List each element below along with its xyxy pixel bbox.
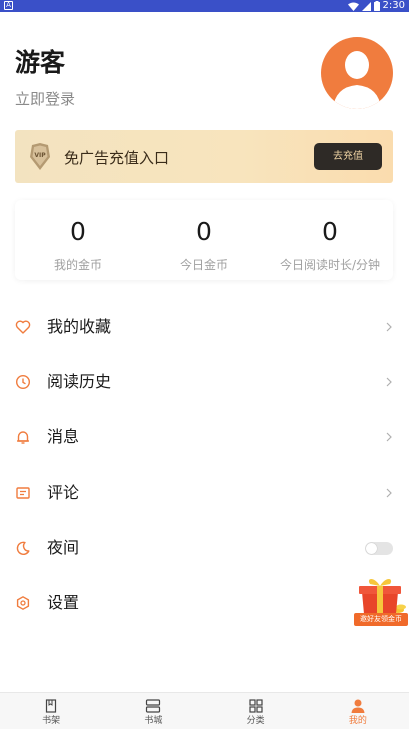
toggle-knob [366,542,377,554]
tab-category[interactable]: 分类 [205,693,307,729]
vip-banner-text: 免广告充值入口 [64,149,170,167]
tab-bookshelf[interactable]: 书架 [0,693,102,729]
profile-header: 游客 立即登录 [0,12,409,122]
moon-icon [16,541,30,555]
menu-item-messages[interactable]: 消息 [0,410,409,465]
recharge-button[interactable]: 去充值 [314,143,382,170]
battery-icon [373,1,380,11]
default-avatar-icon [333,51,381,109]
stat-label: 今日阅读时长/分钟 [279,258,381,272]
status-bar: A 2:30 [0,0,409,12]
stat-label: 我的金币 [53,258,102,272]
stat-value: 0 [196,217,212,246]
bottom-nav: 书架 书城 分类 我的 [0,692,409,729]
chevron-right-icon [386,488,392,497]
stat-my-coins[interactable]: 0 我的金币 [15,200,141,280]
status-time: 2:30 [382,0,405,11]
app-notification-icon: A [4,1,13,10]
heart-icon [15,320,31,334]
tab-label: 我的 [348,716,367,726]
profile-icon [351,699,365,713]
clock-icon [15,375,31,390]
night-mode-toggle[interactable] [365,541,393,555]
chevron-right-icon [386,322,392,332]
username: 游客 [15,48,66,77]
menu-item-label: 我的收藏 [47,317,112,336]
bookshelf-icon [46,699,57,713]
bookstore-icon [146,699,161,713]
gift-box-icon [359,579,406,614]
tab-profile[interactable]: 我的 [307,693,409,729]
menu-item-comments[interactable]: 评论 [0,466,409,521]
menu-item-settings[interactable]: 设置 [0,576,409,631]
vip-badge-text: VIP [34,152,46,159]
stat-value: 0 [322,217,338,246]
tab-label: 书架 [42,716,61,726]
comment-icon [16,486,30,499]
menu-item-label: 评论 [47,482,80,502]
stat-today-coins[interactable]: 0 今日金币 [141,200,267,280]
menu-list: 我的收藏 阅读历史 消息 评论 夜间 设置 [0,300,409,631]
chevron-right-icon [386,432,392,442]
stat-reading-time[interactable]: 0 今日阅读时长/分钟 [267,200,393,280]
tab-label: 分类 [246,716,265,726]
chevron-right-icon [386,377,392,387]
tab-label: 书城 [144,716,163,726]
menu-item-label: 阅读历史 [47,372,112,392]
vip-badge-icon: VIP [30,143,50,170]
menu-item-label: 消息 [47,427,80,447]
status-bar-right: 2:30 [347,0,405,12]
gift-label: 邀好友领金币 [354,613,408,626]
menu-item-history[interactable]: 阅读历史 [0,355,409,410]
menu-item-label: 设置 [47,592,80,612]
invite-gift-button[interactable]: 邀好友领金币 [352,574,409,628]
stats-card: 0 我的金币 0 今日金币 0 今日阅读时长/分钟 [15,200,393,280]
menu-item-night-mode: 夜间 [0,521,409,576]
menu-item-favorites[interactable]: 我的收藏 [0,300,409,355]
wifi-icon [347,2,359,11]
menu-item-label: 夜间 [47,537,80,557]
category-icon [249,699,263,713]
vip-recharge-banner[interactable]: VIP 免广告充值入口 去充值 [15,130,393,183]
bell-icon [17,431,29,445]
signal-icon [361,1,371,11]
avatar[interactable] [321,37,393,109]
settings-icon [16,596,30,610]
stat-value: 0 [70,217,86,246]
login-link[interactable]: 立即登录 [15,88,75,109]
tab-bookstore[interactable]: 书城 [102,693,204,729]
stat-label: 今日金币 [179,258,228,272]
